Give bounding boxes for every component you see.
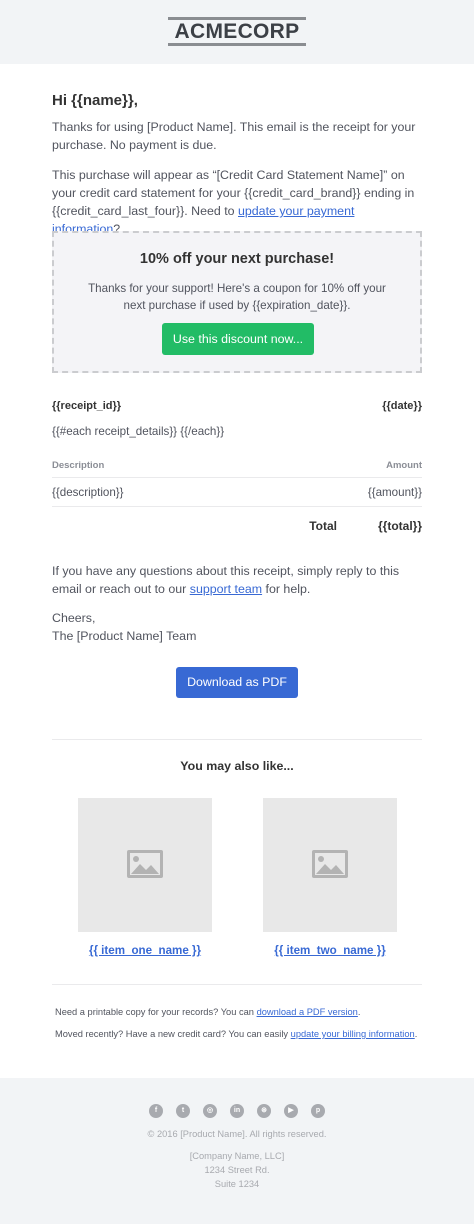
table-divider [52,477,422,478]
twitter-icon[interactable]: t [176,1104,190,1118]
questions-paragraph: If you have any questions about this rec… [52,562,424,598]
questions-suffix: for help. [262,582,311,596]
discount-coupon: 10% off your next purchase! Thanks for y… [52,231,422,373]
statement-paragraph: This purchase will appear as “[Credit Ca… [52,166,424,238]
description-column-header: Description [52,460,105,471]
table-divider [52,506,422,507]
receipt-details-tag: {{#each receipt_details}} {{/each}} [52,425,225,438]
copyright: © 2016 [Product Name]. All rights reserv… [147,1129,327,1139]
amount-column-header: Amount [386,460,422,471]
email-header: ACMECORP [0,0,474,64]
billing-note-text: Moved recently? Have a new credit card? … [55,1029,291,1039]
pdf-note-text: Need a printable copy for your records? … [55,1007,257,1017]
section-divider [52,984,422,985]
total-value: {{total}} [377,519,422,533]
item-two-image[interactable] [263,798,397,932]
linkedin-icon[interactable]: in [230,1104,244,1118]
billing-note: Moved recently? Have a new credit card? … [55,1029,417,1039]
social-icons: f t ◎ in ⊛ ▶ p [149,1104,329,1120]
use-discount-button[interactable]: Use this discount now... [162,323,314,355]
line-item-description: {{description}} [52,486,124,499]
signoff-line1: Cheers, [52,611,96,625]
pdf-note: Need a printable copy for your records? … [55,1007,360,1017]
address-line: Suite 1234 [214,1179,260,1189]
total-label: Total [309,519,337,533]
section-divider [52,739,422,740]
support-team-link[interactable]: support team [190,582,262,596]
dribbble-icon[interactable]: ⊛ [257,1104,271,1118]
pdf-note-suffix: . [357,1007,361,1017]
email-footer: f t ◎ in ⊛ ▶ p © 2016 [Product Name]. Al… [0,1078,474,1224]
receipt-id: {{receipt_id}} [52,400,122,412]
update-billing-link[interactable]: update your billing information [291,1029,415,1039]
line-item-amount: {{amount}} [367,486,422,499]
logo-bottom-bar [168,43,306,46]
item-one-link[interactable]: {{ item_one_name }} [78,944,212,957]
logo-text: ACMECORP [174,20,300,43]
facebook-icon[interactable]: f [149,1104,163,1118]
also-like-title: You may also like... [180,759,294,773]
billing-note-suffix: . [414,1029,418,1039]
address-line: [Company Name, LLC] [189,1151,285,1161]
greeting: Hi {{name}}, [52,92,138,109]
download-pdf-version-link[interactable]: download a PDF version [257,1007,358,1017]
image-placeholder-icon [127,850,163,878]
intro-paragraph: Thanks for using [Product Name]. This em… [52,120,416,152]
instagram-icon[interactable]: ◎ [203,1104,217,1118]
pinterest-icon[interactable]: p [311,1104,325,1118]
coupon-title: 10% off your next purchase! [139,251,335,267]
signoff-line2: The [Product Name] Team [52,629,197,643]
youtube-icon[interactable]: ▶ [284,1104,298,1118]
image-placeholder-icon [312,850,348,878]
item-two-link[interactable]: {{ item_two_name }} [263,944,397,957]
acmecorp-logo[interactable]: ACMECORP [168,17,306,46]
item-one-image[interactable] [78,798,212,932]
address-line: 1234 Street Rd. [204,1165,270,1175]
receipt-date: {{date}} [382,400,422,412]
download-pdf-button[interactable]: Download as PDF [176,667,298,698]
signoff: Cheers, The [Product Name] Team [52,609,424,645]
statement-text: This purchase will appear as “[Credit Ca… [52,168,415,218]
coupon-text: Thanks for your support! Here's a coupon… [88,282,386,312]
